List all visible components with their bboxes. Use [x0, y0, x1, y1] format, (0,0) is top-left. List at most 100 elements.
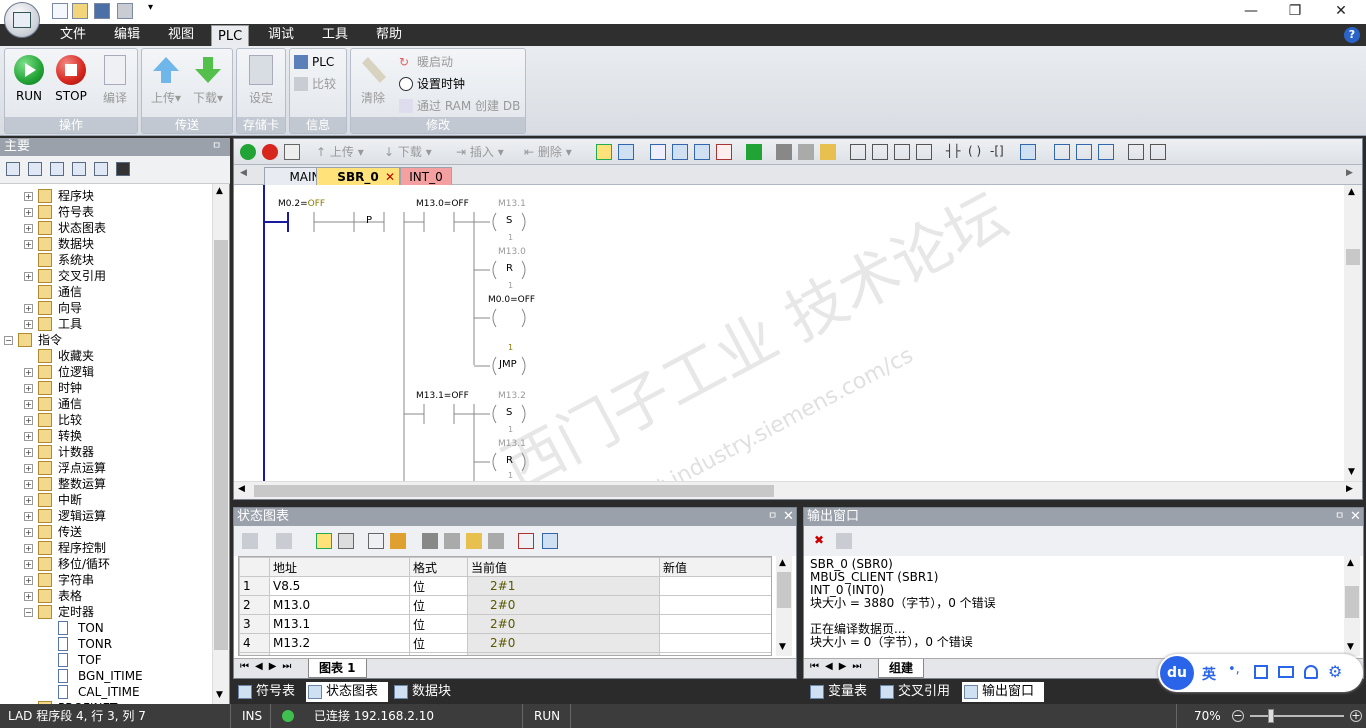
force-icon[interactable]	[422, 533, 438, 549]
menu-debug[interactable]: 调试	[262, 24, 300, 46]
tree-item[interactable]: − 指令	[0, 332, 210, 348]
coil-icon[interactable]: ( )	[968, 144, 984, 160]
tree-item[interactable]: + 中断	[0, 492, 210, 508]
tree-item[interactable]: + 整数运算	[0, 476, 210, 492]
editor-horizontal-scrollbar[interactable]: ◀ ▶	[234, 481, 1362, 499]
menu-view[interactable]: 视图	[162, 24, 200, 46]
tree-item[interactable]: + 比较	[0, 412, 210, 428]
menu-plc[interactable]: PLC	[211, 25, 250, 46]
zoom-slider-track[interactable]	[1250, 715, 1344, 717]
tree-item[interactable]: + 符号表	[0, 204, 210, 220]
expand-icon[interactable]: +	[24, 320, 33, 329]
create-db-button[interactable]: 通过 RAM 创建 DB	[397, 97, 520, 115]
new-value-cell[interactable]	[659, 576, 771, 596]
expand-icon[interactable]: +	[24, 368, 33, 377]
sheet-nav-arrows[interactable]: ⏮◀▶⏭	[240, 661, 297, 672]
tree-item[interactable]: + 工具	[0, 316, 210, 332]
unforce-icon[interactable]	[444, 533, 460, 549]
set-clock-button[interactable]: 设置时钟	[397, 75, 465, 93]
expand-icon[interactable]: +	[24, 528, 33, 537]
tree-item[interactable]: + 移位/循环	[0, 556, 210, 572]
comment-icon[interactable]	[1076, 144, 1092, 160]
expand-icon[interactable]: +	[24, 224, 33, 233]
sheet-tab-build[interactable]: 组建	[878, 659, 925, 678]
stop-small-icon[interactable]	[262, 144, 278, 160]
trend-icon[interactable]	[368, 533, 384, 549]
tab-close-icon[interactable]: ✕	[385, 168, 395, 186]
zoom-in-button[interactable]: +	[1350, 710, 1362, 722]
status-chart-close-icon[interactable]: ✕	[783, 508, 794, 526]
expand-icon[interactable]: +	[24, 208, 33, 217]
delete-toolbar-button[interactable]: ⇤ 删除 ▾	[524, 144, 572, 160]
status-chart-scroll-thumb[interactable]	[777, 572, 791, 608]
open-folder-icon[interactable]	[72, 3, 88, 19]
expand-icon[interactable]: +	[24, 560, 33, 569]
pin-icon[interactable]: ㅁ	[212, 138, 221, 156]
tree-item[interactable]: + 表格	[0, 588, 210, 604]
program-status-icon[interactable]	[596, 144, 612, 160]
output-close-icon[interactable]: ✕	[1350, 508, 1361, 526]
new-value-cell[interactable]	[659, 614, 771, 634]
set-card-button[interactable]: 设定	[241, 53, 281, 113]
zoom-out-button[interactable]: −	[1232, 710, 1244, 722]
tab-sbr0[interactable]: SBR_0 ✕	[316, 167, 400, 185]
insert-toolbar-button[interactable]: ⇥ 插入 ▾	[456, 144, 504, 160]
menu-file[interactable]: 文件	[54, 24, 92, 46]
tree-item[interactable]: CAL_ITIME	[0, 684, 210, 700]
warm-start-button[interactable]: ↻ 暖启动	[397, 53, 453, 71]
table-row[interactable]: 5M13.3位2#1	[239, 652, 771, 655]
menu-tools[interactable]: 工具	[316, 24, 354, 46]
view-icon-2[interactable]	[28, 162, 42, 176]
address-cell[interactable]: M13.2	[269, 633, 410, 653]
coil6-reset[interactable]: R	[506, 455, 513, 466]
address-cell[interactable]: M13.0	[269, 595, 410, 615]
tree-item[interactable]: TON	[0, 620, 210, 636]
expand-icon[interactable]: +	[24, 304, 33, 313]
view-icon-4[interactable]	[72, 162, 86, 176]
save-icon[interactable]	[94, 3, 110, 19]
contact-icon[interactable]: ┤├	[946, 144, 962, 160]
copy-output-icon[interactable]	[836, 533, 852, 549]
ime-settings-icon[interactable]: ⚙	[1328, 662, 1342, 681]
jump-coil[interactable]: JMP	[499, 359, 517, 370]
status-chart-scrollbar[interactable]: ▲ ▼	[776, 556, 792, 656]
expand-icon[interactable]: +	[24, 592, 33, 601]
tree-item[interactable]: BGN_ITIME	[0, 668, 210, 684]
sheet-tab-chart1[interactable]: 图表 1	[308, 659, 367, 678]
menu-help[interactable]: 帮助	[370, 24, 408, 46]
view-icon-1[interactable]	[6, 162, 20, 176]
maximize-button[interactable]: ❐	[1272, 0, 1318, 24]
ime-cup-icon[interactable]	[1254, 665, 1268, 679]
tab-scroll-left-icon[interactable]: ◀	[240, 168, 247, 178]
new-file-icon[interactable]	[52, 3, 68, 19]
clear-output-icon[interactable]: ✖	[814, 533, 830, 549]
ladder-diagram[interactable]: 西门子工业 技术论坛 support.industry.siemens.com/…	[234, 185, 1344, 481]
ime-keyboard-icon[interactable]	[1278, 666, 1294, 678]
table-row[interactable]: 4 M13.2 位 2#0	[239, 633, 771, 653]
pou-icon[interactable]	[820, 144, 836, 160]
clear-button[interactable]: 清除	[353, 53, 393, 113]
output-scroll-thumb[interactable]	[1345, 586, 1359, 618]
compile-button[interactable]: 编译	[95, 53, 135, 113]
tree-item[interactable]: + 传送	[0, 524, 210, 540]
output-scrollbar[interactable]: ▲ ▼	[1344, 556, 1360, 656]
compare-button[interactable]: 比较	[292, 75, 336, 93]
ime-punctuation-toggle[interactable]: •,	[1228, 662, 1240, 677]
quick-access-dropdown-icon[interactable]: ▾	[148, 2, 153, 13]
coil1-set[interactable]: S	[506, 215, 512, 226]
tab-scroll-right-icon[interactable]: ▶	[1346, 168, 1353, 178]
bookmark-icon[interactable]	[650, 144, 666, 160]
format-icon[interactable]	[542, 533, 558, 549]
tree-item[interactable]: + 数据块	[0, 236, 210, 252]
tree-item[interactable]: + 通信	[0, 396, 210, 412]
expand-icon[interactable]: +	[24, 544, 33, 553]
tree-item[interactable]: 通信	[0, 284, 210, 300]
read-forced-icon[interactable]	[488, 533, 504, 549]
unforce-all-icon[interactable]	[466, 533, 482, 549]
tree-item[interactable]: + 转换	[0, 428, 210, 444]
tree-item[interactable]: + 浮点运算	[0, 460, 210, 476]
collapse-icon[interactable]: −	[4, 336, 13, 345]
compile-small-icon[interactable]	[284, 144, 300, 160]
expand-icon[interactable]: +	[24, 384, 33, 393]
unlock-icon[interactable]	[798, 144, 814, 160]
